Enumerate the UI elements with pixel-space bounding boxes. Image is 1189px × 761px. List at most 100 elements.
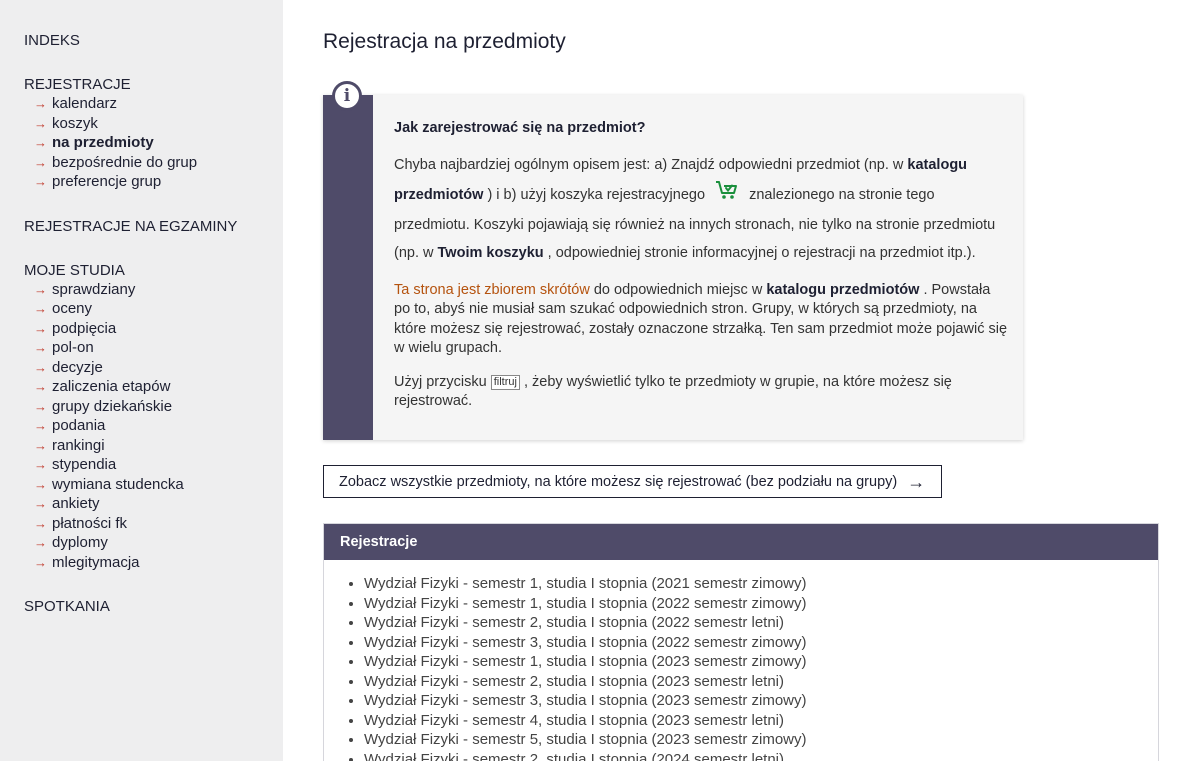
sidebar-item-pol-on[interactable]: → pol-on — [34, 338, 283, 358]
arrow-right-icon: → — [34, 379, 47, 394]
registration-link[interactable]: Wydział Fizyki - semestr 1, studia I sto… — [364, 595, 807, 612]
sidebar-item-label[interactable]: stypendia — [52, 455, 116, 475]
registration-link[interactable]: Wydział Fizyki - semestr 1, studia I sto… — [364, 575, 807, 592]
registration-link[interactable]: Wydział Fizyki - semestr 2, studia I sto… — [364, 751, 784, 761]
sidebar-item-label[interactable]: sprawdziany — [52, 280, 135, 300]
list-item[interactable]: Wydział Fizyki - semestr 3, studia I sto… — [364, 633, 1158, 653]
registrations-header: Rejestracje — [324, 524, 1158, 560]
sidebar-item-label[interactable]: podpięcia — [52, 319, 116, 339]
info-paragraph-3: Użyj przycisku filtruj , żeby wyświetlić… — [394, 373, 1007, 412]
arrow-right-icon: → — [34, 281, 47, 297]
sidebar-item-label[interactable]: preferencje grup — [52, 172, 161, 192]
sidebar-item-label[interactable]: na przedmioty — [52, 133, 154, 153]
sidebar-item-label[interactable]: wymiana studencka — [52, 475, 184, 495]
registration-link[interactable]: Wydział Fizyki - semestr 5, studia I sto… — [364, 731, 807, 748]
your-cart-link[interactable]: Twoim koszyku — [438, 245, 544, 261]
registrations-list: Wydział Fizyki - semestr 1, studia I sto… — [324, 574, 1158, 761]
sidebar-item-label[interactable]: rankingi — [52, 436, 105, 456]
sidebar-item-label[interactable]: mlegitymacja — [52, 553, 140, 573]
sidebar-item-wymiana-studencka[interactable]: → wymiana studencka — [34, 475, 283, 495]
info-paragraph-1: Chyba najbardziej ogólnym opisem jest: a… — [394, 151, 1007, 267]
sidebar-item-stypendia[interactable]: → stypendia — [34, 455, 283, 475]
registration-link[interactable]: Wydział Fizyki - semestr 4, studia I sto… — [364, 712, 784, 729]
sidebar-item-label[interactable]: pol-on — [52, 338, 94, 358]
list-item[interactable]: Wydział Fizyki - semestr 2, studia I sto… — [364, 750, 1158, 761]
arrow-right-icon: → — [907, 471, 926, 492]
sidebar-item-rankingi[interactable]: → rankingi — [34, 436, 283, 456]
catalog-link[interactable]: katalogu przedmiotów — [766, 282, 919, 298]
sidebar-item-na-przedmioty[interactable]: → na przedmioty — [34, 133, 283, 153]
sidebar-item-podania[interactable]: → podania — [34, 416, 283, 436]
sidebar-section-egzaminy[interactable]: REJESTRACJE NA EGZAMINY — [24, 217, 283, 236]
registration-link[interactable]: Wydział Fizyki - semestr 3, studia I sto… — [364, 634, 807, 651]
registration-link[interactable]: Wydział Fizyki - semestr 1, studia I sto… — [364, 653, 807, 670]
sidebar-item-zaliczenia-etapow[interactable]: → zaliczenia etapów — [34, 377, 283, 397]
list-item[interactable]: Wydział Fizyki - semestr 1, studia I sto… — [364, 574, 1158, 594]
registration-link[interactable]: Wydział Fizyki - semestr 2, studia I sto… — [364, 673, 784, 690]
sidebar-section-rejestracje[interactable]: REJESTRACJE — [24, 75, 283, 94]
sidebar-item-podpiecia[interactable]: → podpięcia — [34, 319, 283, 339]
sidebar-item-preferencje-grup[interactable]: → preferencje grup — [34, 172, 283, 192]
sidebar-item-koszyk[interactable]: → koszyk — [34, 114, 283, 134]
sidebar-item-mlegitymacja[interactable]: → mlegitymacja — [34, 553, 283, 573]
list-item[interactable]: Wydział Fizyki - semestr 4, studia I sto… — [364, 711, 1158, 731]
registrations-panel: Rejestracje Wydział Fizyki - semestr 1, … — [323, 523, 1159, 761]
sidebar-item-label[interactable]: ankiety — [52, 494, 100, 514]
sidebar-item-label[interactable]: koszyk — [52, 114, 98, 134]
shortcuts-highlight: Ta strona jest zbiorem skrótów — [394, 281, 590, 298]
arrow-right-icon: → — [34, 301, 47, 316]
sidebar-section-moje-studia[interactable]: MOJE STUDIA — [24, 261, 283, 280]
registration-link[interactable]: Wydział Fizyki - semestr 3, studia I sto… — [364, 692, 807, 709]
arrow-right-icon: → — [34, 96, 47, 111]
arrow-right-icon: → — [34, 135, 47, 150]
sidebar-item-label[interactable]: oceny — [52, 299, 92, 319]
sidebar-item-kalendarz[interactable]: → kalendarz — [34, 94, 283, 114]
info-text: do odpowiednich miejsc w — [593, 281, 763, 298]
list-item[interactable]: Wydział Fizyki - semestr 1, studia I sto… — [364, 652, 1158, 672]
arrow-right-icon: → — [34, 554, 47, 570]
sidebar-item-label[interactable]: grupy dziekańskie — [52, 397, 172, 417]
arrow-right-icon: → — [34, 496, 47, 511]
sidebar-item-sprawdziany[interactable]: → sprawdziany — [34, 280, 283, 300]
arrow-right-icon: → — [34, 154, 47, 170]
sidebar-item-label[interactable]: kalendarz — [52, 94, 117, 114]
all-subjects-button[interactable]: Zobacz wszystkie przedmioty, na które mo… — [323, 465, 943, 498]
info-text: , odpowiedniej stronie informacyjnej o r… — [547, 244, 976, 261]
cart-icon — [715, 179, 739, 211]
all-subjects-button-label: Zobacz wszystkie przedmioty, na które mo… — [339, 473, 898, 490]
sidebar-item-platnosci-fk[interactable]: → płatności fk — [34, 514, 283, 534]
sidebar-item-label[interactable]: bezpośrednie do grup — [52, 153, 197, 173]
sidebar-section-indeks[interactable]: INDEKS — [24, 31, 283, 50]
info-text: Użyj przycisku — [394, 373, 487, 390]
sidebar-item-label[interactable]: podania — [52, 416, 105, 436]
sidebar-moje-studia-list: → sprawdziany → oceny → podpięcia → pol-on →… — [24, 280, 283, 573]
sidebar-item-dyplomy[interactable]: → dyplomy — [34, 533, 283, 553]
arrow-right-icon: → — [34, 457, 47, 472]
list-item[interactable]: Wydział Fizyki - semestr 5, studia I sto… — [364, 730, 1158, 750]
arrow-right-icon: → — [34, 437, 47, 453]
sidebar-item-grupy-dziekanskie[interactable]: → grupy dziekańskie — [34, 397, 283, 417]
arrow-right-icon: → — [34, 115, 47, 131]
arrow-right-icon: → — [34, 174, 47, 189]
sidebar-item-decyzje[interactable]: → decyzje — [34, 358, 283, 378]
sidebar-section-spotkania[interactable]: SPOTKANIA — [24, 597, 283, 616]
list-item[interactable]: Wydział Fizyki - semestr 3, studia I sto… — [364, 691, 1158, 711]
arrow-right-icon: → — [34, 320, 47, 336]
list-item[interactable]: Wydział Fizyki - semestr 1, studia I sto… — [364, 594, 1158, 614]
filter-button-sample: filtruj — [490, 374, 520, 390]
sidebar-item-label[interactable]: dyplomy — [52, 533, 108, 553]
sidebar-item-label[interactable]: płatności fk — [52, 514, 127, 534]
registration-link[interactable]: Wydział Fizyki - semestr 2, studia I sto… — [364, 614, 784, 631]
sidebar-item-label[interactable]: zaliczenia etapów — [52, 377, 170, 397]
arrow-right-icon: → — [34, 515, 47, 531]
arrow-right-icon: → — [34, 398, 47, 414]
sidebar-item-label[interactable]: decyzje — [52, 358, 103, 378]
sidebar-item-ankiety[interactable]: → ankiety — [34, 494, 283, 514]
info-heading: Jak zarejestrować się na przedmiot? — [394, 120, 646, 136]
arrow-right-icon: → — [34, 359, 47, 375]
sidebar-item-oceny[interactable]: → oceny — [34, 299, 283, 319]
list-item[interactable]: Wydział Fizyki - semestr 2, studia I sto… — [364, 672, 1158, 692]
arrow-right-icon: → — [34, 476, 47, 492]
sidebar-item-bezposrednie-do-grup[interactable]: → bezpośrednie do grup — [34, 153, 283, 173]
list-item[interactable]: Wydział Fizyki - semestr 2, studia I sto… — [364, 613, 1158, 633]
